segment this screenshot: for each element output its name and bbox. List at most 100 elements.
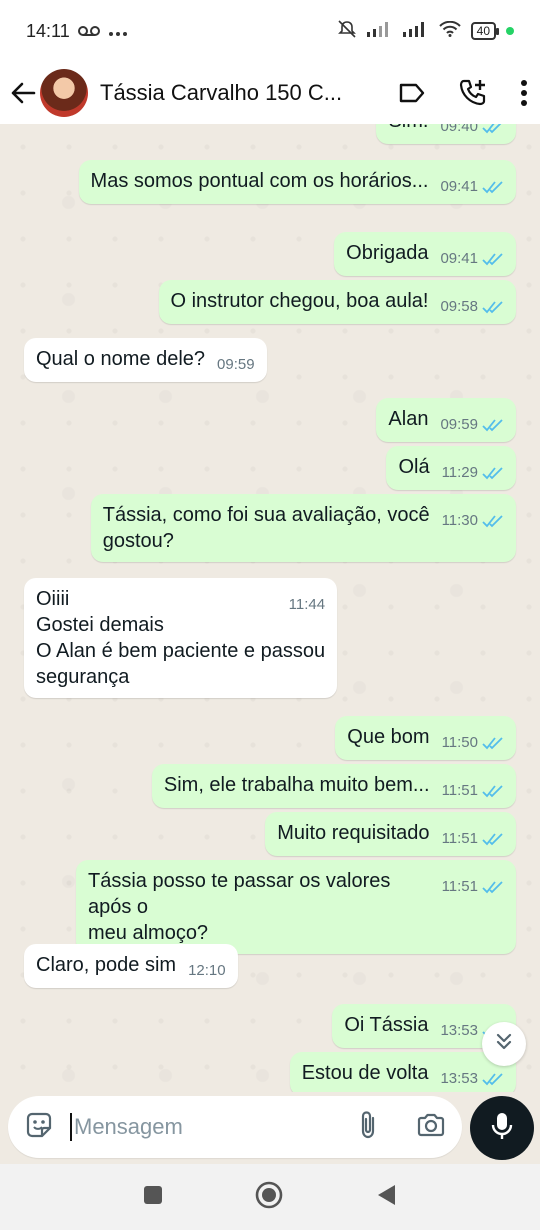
status-time: 14:11 [26, 20, 70, 41]
incoming-message[interactable]: 12:10 Claro, pode sim [24, 944, 238, 988]
outgoing-message[interactable]: 13:53 Estou de volta [289, 1052, 516, 1092]
message-text: Sim, ele trabalha muito bem... [163, 774, 430, 796]
system-nav-bar [0, 1164, 540, 1230]
read-receipt-icon [482, 880, 504, 894]
outgoing-message[interactable]: 11:51 Tássia posso te passar os valores a… [76, 860, 516, 954]
contact-name[interactable]: Tássia Carvalho 150 C... [100, 80, 350, 106]
message-list[interactable]: 09:40 Sim. 09:41 Mas somos pontual com os h… [0, 124, 540, 1092]
message-meta: 09:59 [440, 416, 504, 434]
message-text: Mas somos pontual com os horários... [90, 170, 429, 192]
message-text: O instrutor chegou, boa aula! [170, 290, 429, 312]
message-meta: 11:44 [289, 596, 325, 614]
message-text: Obrigada [346, 242, 429, 264]
menu-icon[interactable] [520, 80, 528, 106]
scroll-to-bottom-button[interactable] [482, 1022, 526, 1066]
message-text: Qual o nome dele? [36, 348, 206, 370]
message-time: 11:50 [441, 734, 478, 751]
message-meta: 09:41 [440, 250, 504, 268]
mic-icon [491, 1111, 513, 1146]
message-text: Tássia posso te passar os valores após o… [88, 870, 391, 944]
message-meta: 11:30 [442, 512, 504, 530]
outgoing-message[interactable]: 11:30 Tássia, como foi sua avaliação, voc… [90, 494, 516, 562]
read-receipt-icon [482, 1072, 504, 1086]
message-text: Olá [398, 456, 430, 478]
back-nav-icon[interactable] [375, 1183, 397, 1212]
read-receipt-icon [482, 180, 504, 194]
read-receipt-icon [482, 832, 504, 846]
message-text: Que bom [347, 726, 430, 748]
more-notifications-icon [108, 21, 128, 42]
message-text: Claro, pode sim [36, 954, 177, 976]
signal-icon-2 [402, 21, 429, 42]
outgoing-message[interactable]: 09:41 Obrigada [334, 232, 516, 276]
read-receipt-icon [482, 514, 504, 528]
message-meta: 11:50 [442, 734, 504, 752]
message-text: Tássia, como foi sua avaliação, você gos… [102, 504, 430, 552]
recents-icon[interactable] [143, 1185, 163, 1210]
read-receipt-icon [482, 736, 504, 750]
message-time: 09:40 [440, 124, 478, 135]
voicemail-icon [77, 21, 100, 42]
privacy-indicator-icon [506, 27, 514, 35]
camera-icon[interactable] [416, 1112, 446, 1143]
outgoing-message[interactable]: 09:40 Sim. [376, 124, 516, 144]
read-receipt-icon [482, 252, 504, 266]
back-arrow-icon[interactable] [8, 73, 38, 113]
text-cursor [70, 1113, 72, 1141]
outgoing-message[interactable]: 11:51 Sim, ele trabalha muito bem... [151, 764, 516, 808]
outgoing-message[interactable]: 09:58 O instrutor chegou, boa aula! [158, 280, 516, 324]
message-text: Muito requisitado [277, 822, 430, 844]
message-text: Alan [388, 408, 429, 430]
outgoing-message[interactable]: 11:50 Que bom [335, 716, 516, 760]
double-chevron-down-icon [494, 1032, 514, 1057]
add-call-icon[interactable] [458, 78, 488, 108]
signal-icon [366, 21, 393, 42]
message-time: 11:29 [441, 464, 478, 481]
contact-avatar[interactable] [40, 69, 88, 117]
read-receipt-icon [482, 784, 504, 798]
chat-header: Tássia Carvalho 150 C... [0, 62, 540, 124]
message-time: 13:53 [440, 1070, 478, 1087]
outgoing-message[interactable]: 09:41 Mas somos pontual com os horários..… [78, 160, 516, 204]
outgoing-message[interactable]: 09:59 Alan [376, 398, 516, 442]
message-time: 13:53 [440, 1022, 478, 1039]
outgoing-message[interactable]: 11:29 Olá [386, 446, 516, 490]
read-receipt-icon [482, 124, 504, 134]
sticker-icon[interactable] [24, 1110, 54, 1145]
message-time: 09:58 [440, 298, 478, 315]
mic-button[interactable] [470, 1096, 534, 1160]
message-time: 09:59 [217, 356, 255, 373]
incoming-message[interactable]: 09:59 Qual o nome dele? [24, 338, 267, 382]
message-time: 09:41 [440, 178, 478, 195]
message-time: 09:41 [440, 250, 478, 267]
message-meta: 11:51 [442, 878, 504, 896]
message-meta: 09:40 [440, 124, 504, 136]
message-meta: 09:58 [440, 298, 504, 316]
message-text: Oi Tássia [344, 1014, 429, 1036]
message-meta: 09:41 [440, 178, 504, 196]
attach-icon[interactable] [358, 1110, 378, 1145]
read-receipt-icon [482, 466, 504, 480]
read-receipt-icon [482, 418, 504, 432]
message-meta: 12:10 [188, 962, 226, 980]
home-icon[interactable] [255, 1181, 283, 1214]
status-bar: 14:11 40 [0, 0, 540, 62]
label-icon[interactable] [398, 82, 426, 104]
message-meta: 11:51 [442, 782, 504, 800]
message-meta: 11:51 [442, 830, 504, 848]
wifi-icon [438, 20, 461, 42]
message-text: Estou de volta [301, 1062, 429, 1084]
message-time: 09:59 [440, 416, 478, 433]
battery-icon: 40 [470, 22, 500, 40]
message-input[interactable]: Mensagem [8, 1096, 462, 1158]
outgoing-message[interactable]: 11:51 Muito requisitado [265, 812, 516, 856]
mute-icon [337, 19, 357, 44]
message-time: 11:30 [441, 512, 478, 529]
message-time: 11:51 [441, 830, 478, 847]
message-time: 11:44 [288, 596, 326, 613]
incoming-message[interactable]: 11:44 Oiiii Gostei demais O Alan é bem pa… [24, 578, 338, 698]
message-meta: 13:53 [440, 1070, 504, 1088]
read-receipt-icon [482, 300, 504, 314]
message-meta: 11:29 [442, 464, 504, 482]
message-text: Sim. [388, 124, 428, 132]
